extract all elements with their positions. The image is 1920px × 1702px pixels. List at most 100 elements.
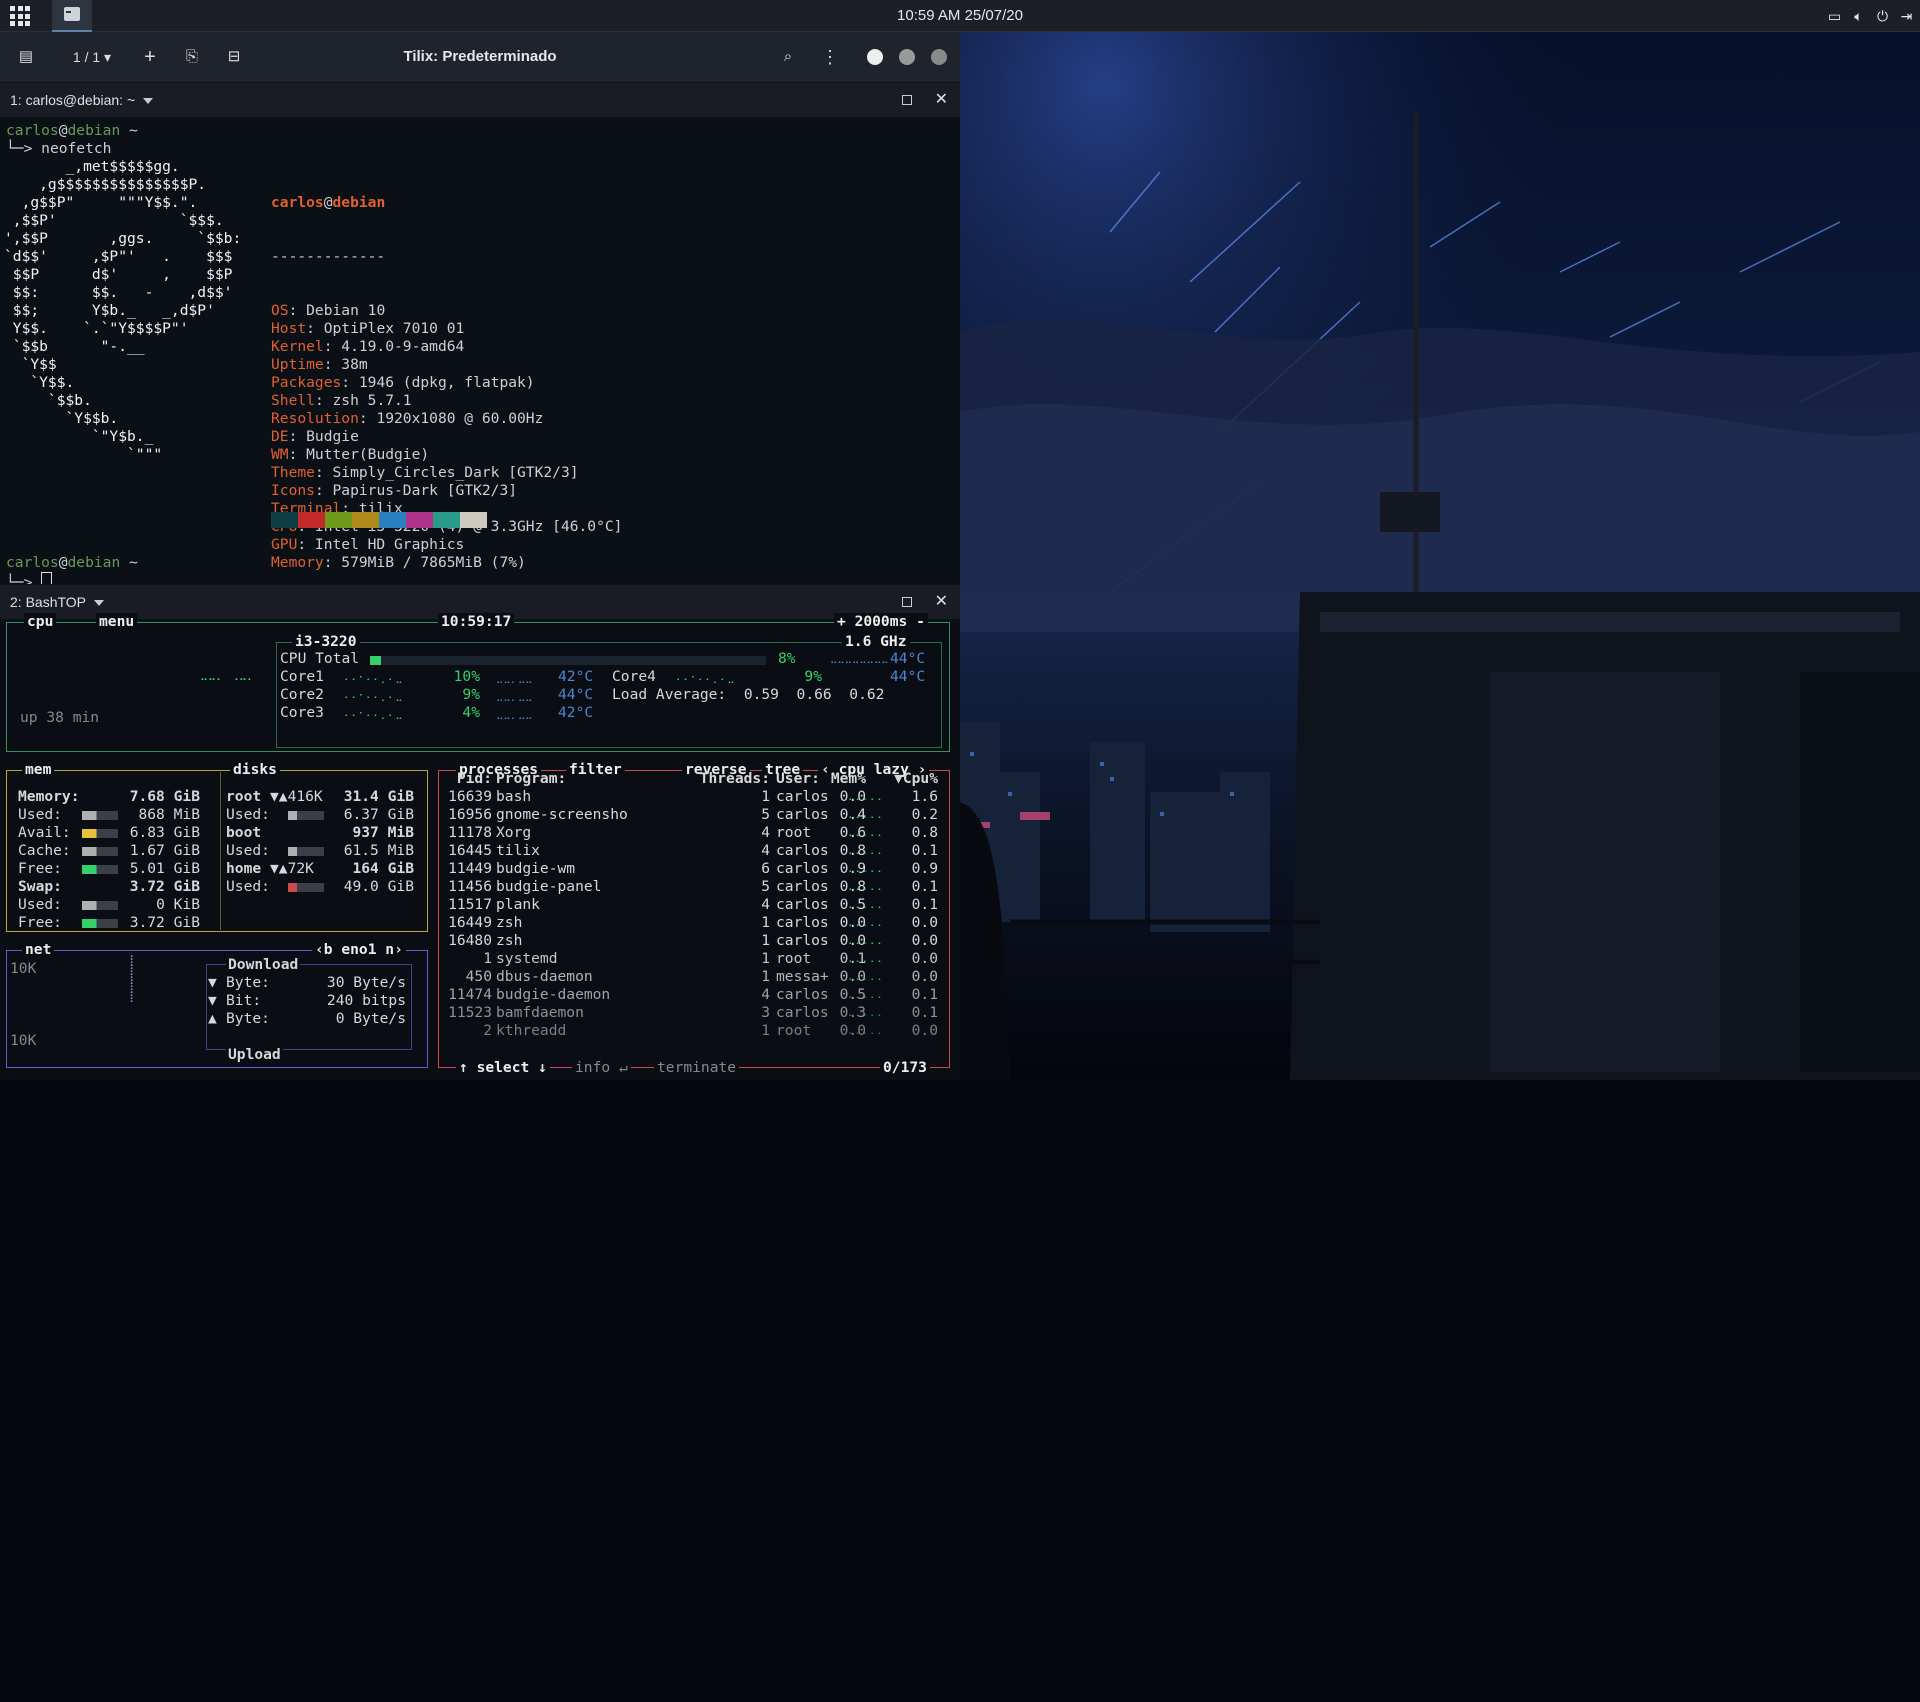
process-row[interactable]: 11474 budgie-daemon 4 carlos 0.5 0.1 ⠄⠄⠄⠄⠄	[440, 986, 948, 1004]
menu-tab[interactable]: menu	[96, 613, 138, 631]
input-line: └─>	[6, 572, 53, 584]
kebab-menu-icon[interactable]: ⋮	[818, 45, 842, 69]
update-interval[interactable]: + 2000ms -	[834, 613, 928, 631]
info-value: : 1920x1080 @ 60.00Hz	[358, 410, 544, 427]
process-row[interactable]: 11517 plank 4 carlos 0.5 0.1 ⠄⠄⠄⠄⠄	[440, 896, 948, 914]
info-value: : Mutter(Budgie)	[288, 446, 430, 463]
process-row[interactable]: 11456 budgie-panel 5 carlos 0.8 0.1 ⠄⠄⠄⠄⠄	[440, 878, 948, 896]
logo-line: `$$b.	[4, 392, 92, 409]
app-menu-icon[interactable]	[10, 6, 30, 26]
core-name: Core4	[612, 668, 656, 685]
load-value: 0.62	[849, 686, 885, 703]
core-graph: ⠄⠄⠂⠄⠄⡀⠄⣀	[676, 673, 735, 684]
volume-icon[interactable]: 🔈︎	[1851, 8, 1866, 24]
select-control[interactable]: ↑ select ↓	[456, 1059, 550, 1077]
screen-icon[interactable]: ▭	[1827, 8, 1842, 24]
info-key: DE	[271, 428, 289, 445]
search-icon[interactable]: ⌕	[776, 45, 800, 69]
cpu-mini-graph: ⠄⠄⠄⠄⠄	[848, 1027, 885, 1038]
maximize-terminal-icon[interactable]	[902, 95, 912, 105]
cell-threads: 5	[761, 806, 770, 823]
split-right-icon[interactable]: ⎘	[180, 45, 204, 69]
core-pct: 9%	[462, 686, 480, 703]
core-graph: ⠄⠄⠂⠄⠄⡀⠄⣀	[344, 691, 403, 702]
process-row[interactable]: 11523 bamfdaemon 3 carlos 0.3 0.1 ⠄⠄⠄⠄⠄	[440, 1004, 948, 1022]
mem-label: Memory:	[18, 788, 80, 805]
cpu-total-pct: 8%	[778, 650, 796, 667]
uptime: up 38 min	[20, 709, 100, 726]
cpu-total-row: CPU Total	[280, 650, 359, 668]
terminal1[interactable]: carlos@debian ~ └─> neofetch _,met$$$$$g…	[0, 118, 960, 584]
info-value: : Simply_Circles_Dark [GTK2/3]	[314, 464, 579, 481]
split-down-icon[interactable]: ⊟	[222, 45, 246, 69]
disk-bar	[288, 811, 324, 820]
disk-label: root	[226, 788, 262, 805]
process-row[interactable]: 16956 gnome-screensho 5 carlos 0.4 0.2 ⠄⠄⠄⠄⠄	[440, 806, 948, 824]
disks-tab[interactable]: disks	[230, 761, 280, 779]
cell-threads: 1	[761, 1022, 770, 1039]
process-row[interactable]: 450 dbus-daemon 1 messa+ 0.0 0.0 ⠄⠄⠄⠄⠄	[440, 968, 948, 986]
process-row[interactable]: 11449 budgie-wm 6 carlos 0.9 0.9 ⠄⠄⠄⠄⠄	[440, 860, 948, 878]
net-tab[interactable]: net	[22, 941, 55, 959]
mem-bar	[82, 901, 118, 910]
info-button[interactable]: info ↵	[572, 1059, 631, 1077]
info-key: Theme	[271, 464, 315, 481]
maximize-terminal-icon[interactable]	[902, 597, 912, 607]
cpu-tab[interactable]: cpu	[24, 613, 57, 631]
process-row[interactable]: 11178 Xorg 4 root 0.6 0.8 ⠄⠄⠄⠄⠄	[440, 824, 948, 842]
disk-label: boot	[226, 824, 262, 841]
mem-label: Cache:	[18, 842, 71, 859]
taskbar-tilix-button[interactable]	[52, 0, 92, 32]
cell-program: budgie-wm	[496, 860, 576, 877]
process-row[interactable]: 16480 zsh 1 carlos 0.0 0.0 ⠄⠄⠄⠄⠄	[440, 932, 948, 950]
logout-icon[interactable]: ⇥	[1899, 8, 1914, 24]
disk-label: Used:	[226, 842, 270, 859]
chevron-down-icon[interactable]	[143, 98, 154, 105]
close-terminal-icon[interactable]: ✕	[935, 83, 948, 117]
mem-bar	[82, 829, 118, 838]
tilix-window: ▤ 1 / 1 ▾ + ⎘ ⊟ Tilix: Predeterminado ⌕ …	[0, 32, 960, 1080]
net-value: 240 bitps	[326, 992, 406, 1009]
core-name: Core1	[280, 668, 324, 685]
process-row[interactable]: 1 systemd 1 root 0.1 0.0 ⠄⠄⠄⠄⠄	[440, 950, 948, 968]
panel-clock[interactable]: 10:59 AM 25/07/20	[897, 7, 1023, 24]
process-row[interactable]: 2 kthreadd 1 root 0.0 0.0 ⠄⠄⠄⠄⠄	[440, 1022, 948, 1040]
disk-label: home	[226, 860, 262, 877]
info-row: WM: Mutter(Budgie)	[271, 446, 622, 464]
cell-cpu: 0.9	[911, 860, 938, 877]
process-row[interactable]: 16449 zsh 1 carlos 0.0 0.0 ⠄⠄⠄⠄⠄	[440, 914, 948, 932]
cell-pid: 11449	[448, 860, 492, 877]
palette-swatch	[379, 512, 406, 528]
session-switcher[interactable]: 1 / 1 ▾	[60, 45, 124, 69]
command-line: └─> neofetch	[6, 140, 111, 158]
info-key: Icons	[271, 482, 315, 499]
net-interface[interactable]: ‹b eno1 n›	[312, 941, 406, 959]
process-row[interactable]: 16639 bash 1 carlos 0.0 1.6 ⠄⠄⠄⠄⠄	[440, 788, 948, 806]
cell-program: budgie-daemon	[496, 986, 611, 1003]
mem-value: 3.72 GiB	[129, 914, 200, 931]
mem-tab[interactable]: mem	[22, 761, 55, 779]
core-graph: ⠄⠄⠂⠄⠄⡀⠄⣀	[344, 709, 403, 720]
process-row[interactable]: 16445 tilix 4 carlos 0.8 0.1 ⠄⠄⠄⠄⠄	[440, 842, 948, 860]
minimize-button[interactable]	[867, 49, 883, 65]
add-session-icon[interactable]: +	[138, 45, 162, 69]
terminal1-title: 1: carlos@debian: ~	[10, 92, 136, 108]
power-icon[interactable]: ⏻	[1875, 8, 1890, 24]
info-row: OS: Debian 10	[271, 302, 622, 320]
cell-program: bash	[496, 788, 532, 805]
bashtop[interactable]: cpu menu 10:59:17 + 2000ms - up 38 min ⡀…	[0, 613, 960, 1080]
maximize-button[interactable]	[899, 49, 915, 65]
core-pct: 9%	[804, 668, 822, 685]
cell-cpu: 0.1	[911, 896, 938, 913]
terminal1-titlebar[interactable]: 1: carlos@debian: ~ ✕	[0, 83, 960, 117]
close-button[interactable]	[931, 49, 947, 65]
disk-value: 6.37 GiB	[343, 806, 414, 823]
info-value: : zsh 5.7.1	[314, 392, 412, 409]
terminate-button[interactable]: terminate	[654, 1059, 740, 1077]
cell-pid: 16449	[448, 914, 492, 931]
close-terminal-icon[interactable]: ✕	[935, 585, 948, 619]
sidebar-toggle-icon[interactable]: ▤	[14, 45, 38, 69]
cell-cpu: 0.8	[911, 824, 938, 841]
net-arrow: ▼	[208, 974, 217, 991]
chevron-down-icon[interactable]	[94, 600, 105, 607]
